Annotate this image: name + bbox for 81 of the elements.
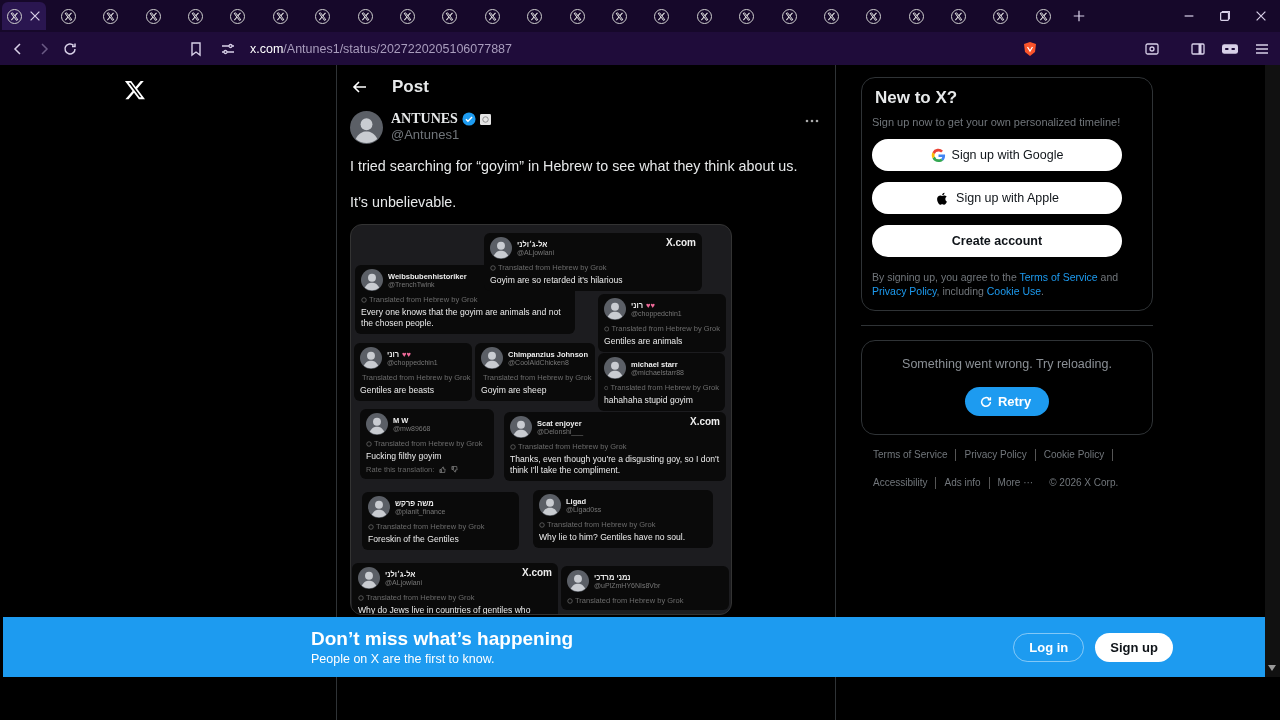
avatar-icon [604, 298, 626, 321]
footer-link[interactable]: Accessibility [873, 477, 937, 490]
back-arrow-icon[interactable] [352, 79, 368, 95]
google-g-icon [930, 147, 946, 163]
sidebar-icon[interactable] [1190, 40, 1206, 57]
post-text: Why do Jews live in countries of gentiles who [358, 605, 532, 615]
avatar-icon [510, 416, 532, 439]
avatar-icon [567, 570, 589, 593]
avatar-icon [604, 357, 626, 380]
signup-button[interactable]: Sign up with Google [872, 139, 1122, 171]
shield-icon[interactable] [1022, 40, 1038, 57]
card-title: New to X? [875, 88, 959, 108]
legal-link[interactable]: Terms of Service [1019, 271, 1098, 283]
signup-button[interactable]: Sign up with Apple [872, 182, 1122, 214]
translate-icon [510, 443, 516, 450]
avatar-icon [360, 347, 382, 370]
banner-subtitle: People on X are the first to know. [311, 652, 496, 666]
avatar-icon [366, 413, 388, 436]
footer-link[interactable]: Cookie Policy [1043, 449, 1114, 462]
author-name[interactable]: ANTUNES [391, 111, 458, 127]
post-text: hahahaha stupid goyim [604, 395, 694, 407]
signup-button[interactable]: Sign up [1095, 632, 1173, 662]
translate-icon [567, 597, 573, 604]
scroll-down-icon[interactable] [1268, 664, 1276, 672]
restore-icon[interactable] [1218, 9, 1232, 23]
legal-text: By signing up, you agree to the Terms of Service and Privacy Policy, including Cookie Use. [872, 271, 1120, 299]
translate-icon [490, 264, 496, 271]
translate-icon [604, 384, 609, 391]
translate-icon [539, 521, 545, 528]
site-watermark: X.com [522, 567, 552, 579]
post-text: Thanks, even though you're a disgusting goy, so I don't think I'll take the compliment. [510, 454, 720, 477]
footer-link[interactable]: Ads info [944, 477, 990, 490]
thumbs-up-icon[interactable] [439, 466, 447, 474]
x-logo-icon [124, 79, 146, 101]
author-handle: @Antunes1 [391, 127, 461, 142]
translate-icon [358, 594, 364, 601]
avatar-icon [368, 496, 390, 519]
post-text: Why lie to him? Gentiles have no soul. [539, 532, 687, 544]
avatar-icon [490, 237, 512, 260]
bookmark-icon[interactable] [188, 40, 204, 57]
new-tab-icon[interactable] [1071, 9, 1086, 23]
page-title: Post [392, 77, 429, 97]
post-text: Foreskin of the Gentiles [368, 534, 460, 546]
refresh-icon [978, 394, 993, 409]
banner-title: Don’t miss what’s happening [311, 628, 574, 650]
footer-link[interactable]: More ··· [997, 477, 1042, 490]
error-message: Something went wrong. Try reloading. [901, 357, 1113, 372]
avatar-icon [361, 269, 383, 292]
scrollbar[interactable] [1265, 65, 1280, 677]
card-subtitle: Sign up now to get your own personalized timeline! [872, 116, 1122, 128]
post-text: Goyim are so retarded it's hilarious [490, 275, 624, 287]
copyright-text: © 2026 X Corp. [1049, 477, 1120, 490]
translate-icon [604, 325, 610, 332]
site-watermark: X.com [666, 237, 696, 249]
footer-link[interactable]: Terms of Service [873, 449, 957, 462]
post-text: Goyim are sheep [481, 385, 548, 397]
affiliate-badge-icon [479, 113, 491, 125]
url-field[interactable]: x.com/Antunes1/status/2027220205106077887 [250, 41, 513, 56]
post-text: Every one knows that the goyim are animals and not the chosen people. [361, 307, 562, 330]
post-text: Gentiles are beasts [360, 385, 436, 397]
legal-link[interactable]: Privacy Policy [872, 284, 937, 297]
translate-icon [368, 523, 374, 530]
avatar-icon [350, 111, 383, 144]
wallet-icon[interactable] [1144, 40, 1160, 57]
close-icon[interactable] [1254, 9, 1268, 23]
avatar-icon [481, 347, 503, 370]
thumbs-down-icon[interactable] [451, 466, 459, 474]
translate-icon [361, 296, 367, 303]
post-text: It’s unbelievable. [350, 193, 458, 212]
signup-button[interactable]: Create account [872, 225, 1122, 257]
post-image[interactable] [350, 224, 732, 616]
reload-icon[interactable] [62, 40, 78, 57]
site-watermark: X.com [690, 416, 720, 428]
browser-tab[interactable] [2, 2, 46, 30]
translate-icon [366, 440, 372, 447]
avatar-icon [358, 567, 380, 590]
post-text: Fucking filthy goyim [366, 451, 443, 463]
avatar-icon [539, 494, 561, 517]
post-text: I tried searching for “goyim” in Hebrew to see what they think about us. [350, 157, 799, 176]
post-text: Gentiles are animals [604, 336, 684, 348]
footer-link[interactable]: Privacy Policy [964, 449, 1036, 462]
